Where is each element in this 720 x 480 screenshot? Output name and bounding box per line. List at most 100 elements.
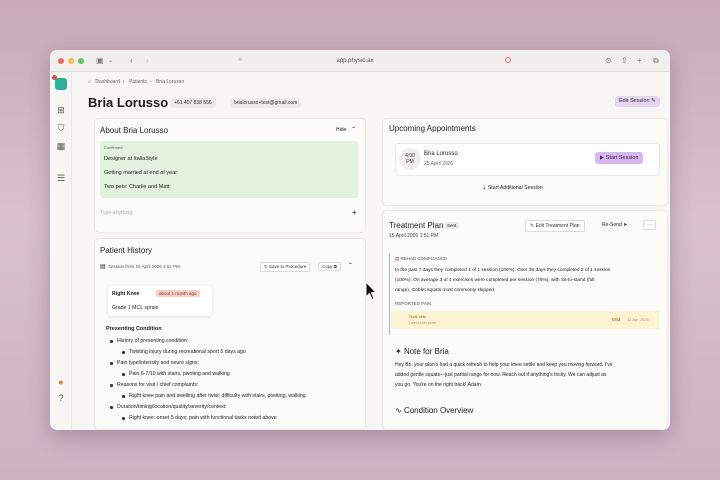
page-title: Bria Lorusso	[88, 95, 169, 110]
list-icon[interactable]: ☰	[55, 172, 67, 184]
note-text: Hey Bri, your plan's had a quick refresh…	[395, 362, 613, 368]
pencil-icon: ✎	[651, 98, 656, 104]
appointment-patient: Bria Lorusso	[424, 151, 458, 157]
bullet	[110, 384, 113, 387]
list-item: Duration/timing/location/quality/severit…	[117, 404, 227, 410]
session-label: Session from 15 April 2026 1:51 PM	[108, 264, 180, 269]
edit-session-button[interactable]: Edit Session ✎	[615, 96, 660, 107]
minimize-window-button[interactable]	[68, 58, 74, 64]
calendar-icon[interactable]: ▦	[55, 140, 67, 152]
add-icon[interactable]: +	[352, 208, 357, 217]
browser-toolbar: ▣ ⌄ ‹ › ≡ app.physio.ax ⊙ ⇪ + ⧉	[50, 50, 670, 72]
start-session-button[interactable]: ▶ Start Session	[595, 152, 644, 164]
fire-icon[interactable]: ●	[55, 376, 67, 388]
bullet	[110, 362, 113, 365]
compliance-text: (100%). On average 3 of 4 exercises were…	[395, 278, 595, 283]
about-title: About Bria Lorusso	[100, 126, 169, 135]
download-icon: ⇣	[482, 185, 487, 191]
breadcrumb-dashboard[interactable]: Dashboard	[95, 79, 119, 85]
bullet	[122, 417, 125, 420]
activity-icon: ∿	[395, 406, 402, 415]
pain-title: Goal sets	[409, 314, 426, 319]
chevron-up-icon[interactable]: ⌃	[351, 126, 356, 133]
home-icon: ⌂	[88, 79, 92, 85]
about-section-label: Confirmed	[104, 145, 123, 150]
injury-detail: Grade 1 MCL sprain	[112, 305, 159, 311]
save-to-procedure-button[interactable]: ↻ Save to Procedure	[260, 262, 311, 272]
breadcrumb-current: Bria Lorusso	[156, 79, 185, 85]
send-icon: ➤	[623, 222, 628, 228]
bullet	[122, 395, 125, 398]
list-item: Twisting injury during recreational spor…	[129, 349, 246, 355]
download-icon[interactable]: ⊙	[605, 55, 612, 67]
bullet	[110, 406, 113, 409]
hide-button[interactable]: Hide	[336, 127, 346, 133]
close-window-button[interactable]	[58, 58, 64, 64]
pin-icon: ✦	[395, 347, 402, 356]
edit-treatment-plan-button[interactable]: ✎ Edit Treatment Plan	[525, 220, 585, 232]
share-icon[interactable]: ⇪	[621, 55, 628, 67]
patients-icon[interactable]: ⛉	[55, 122, 67, 134]
phone-chip[interactable]: +61 407 838 556	[170, 98, 216, 108]
app-logo[interactable]	[55, 78, 67, 90]
injury-title: Right Knee	[112, 291, 140, 297]
note-text: added gentle squats—just partial range f…	[395, 372, 607, 378]
dashboard-icon[interactable]: ⊞	[55, 104, 67, 116]
bullet	[110, 340, 113, 343]
browser-window: ▣ ⌄ ‹ › ≡ app.physio.ax ⊙ ⇪ + ⧉ ⊞ ⛉ ▦ ☰ …	[50, 50, 670, 430]
app-sidebar: ⊞ ⛉ ▦ ☰ ● ?	[50, 72, 72, 430]
appointments-title: Upcoming Appointments	[389, 124, 476, 133]
forward-icon[interactable]: ›	[146, 55, 149, 67]
help-icon[interactable]: ?	[55, 392, 67, 404]
about-line: Getting married at end of year	[104, 170, 178, 176]
record-indicator-icon	[505, 57, 511, 63]
note-text: you go. You're on the right track! Adam	[395, 382, 481, 388]
reported-pain-label: REPORTED PAIN	[395, 301, 432, 306]
list-item: History of presenting condition:	[117, 338, 189, 344]
notification-badge	[52, 75, 57, 80]
appointment-date: 25 April 2026	[424, 161, 454, 167]
about-line: Designer at ItaliaStyle	[104, 156, 158, 162]
compliance-text: range), Goblet squats most commonly skip…	[395, 288, 496, 293]
maximize-window-button[interactable]	[78, 58, 84, 64]
sidebar-toggle-icon[interactable]: ▣	[96, 55, 104, 67]
more-options-icon[interactable]: ⋯	[643, 220, 656, 230]
list-item: Right knee: onset 5 days; pain with func…	[129, 415, 277, 421]
compliance-label: ▤ REHAB COMPLIANCE	[395, 256, 448, 261]
resend-button[interactable]: Re-Send ➤	[602, 222, 627, 228]
list-item: Reasons for visit / chief complaints:	[117, 382, 199, 388]
pain-subtitle: Latest pain score	[409, 321, 437, 325]
list-item: Pain type/intensity and neuro signs:	[117, 360, 199, 366]
address-bar[interactable]: app.physio.ax	[230, 55, 480, 67]
email-chip[interactable]: brialorusso+test@gmail.com	[230, 98, 302, 108]
chevron-down-icon[interactable]: ⌄	[108, 55, 113, 67]
list-item: Right knee pain and swelling after twist…	[129, 393, 306, 399]
back-icon[interactable]: ‹	[130, 55, 133, 67]
copy-button[interactable]: Copy ⧉	[318, 262, 341, 271]
note-title: ✦ Note for Bria	[395, 347, 449, 356]
condition-title: ∿ Condition Overview	[395, 406, 474, 415]
status-badge: Sent	[444, 222, 460, 229]
breadcrumb-patients[interactable]: Patients	[129, 79, 147, 85]
treatment-date: 15 April 2026 1:51 PM	[389, 233, 439, 239]
compliance-text: In the past 7 days they completed 1 of 1…	[395, 268, 611, 273]
bullet	[122, 351, 125, 354]
camera-icon: ▶	[600, 155, 605, 161]
status-badge: about 1 month ago	[156, 290, 200, 297]
start-additional-session-button[interactable]: ⇣ Start Additional Session	[482, 185, 543, 191]
chart-icon: ▤	[395, 256, 400, 261]
pain-level: Mild	[612, 317, 621, 322]
treatment-title: Treatment Plan	[389, 221, 444, 230]
list-item: Pain 6-7/10 with stairs, pivoting and wa…	[129, 371, 230, 377]
breadcrumb: ⌂ Dashboard › Patients › Bria Lorusso	[88, 79, 185, 85]
document-icon: ▤	[100, 264, 106, 270]
appointment-time: 4:00 PM	[399, 148, 421, 170]
section-heading: Presenting Condition	[106, 326, 162, 332]
bullet	[122, 373, 125, 376]
new-tab-icon[interactable]: +	[637, 55, 642, 67]
chevron-up-icon[interactable]: ⌃	[348, 262, 353, 269]
mouse-cursor-icon	[365, 281, 377, 301]
pain-date: 14 Apr 2026	[627, 317, 649, 322]
tab-overview-icon[interactable]: ⧉	[653, 55, 659, 67]
note-input[interactable]: Type anything	[100, 210, 132, 216]
